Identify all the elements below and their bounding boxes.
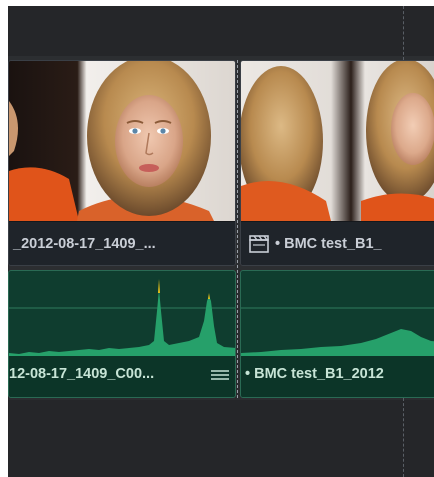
clapperboard-icon (249, 235, 269, 253)
clip-name: _2012-08-17_1409_... (13, 236, 156, 252)
marker-line (403, 398, 404, 477)
video-clip[interactable]: • BMC test_B1_ (240, 60, 434, 266)
audio-clip[interactable]: • BMC test_B1_2012 (240, 270, 434, 398)
clip-name: • BMC test_B1_ (275, 236, 382, 252)
clip-thumbnail (9, 61, 235, 221)
marker-line (403, 6, 404, 60)
clip-thumbnail (241, 61, 434, 221)
audio-clip[interactable]: 12-08-17_1409_C00... (8, 270, 236, 398)
timeline-viewport: _2012-08-17_1409_... • BMC test_B1_ 12-0… (8, 6, 434, 477)
clip-name: 12-08-17_1409_C00... (9, 366, 155, 382)
clip-name: • BMC test_B1_2012 (245, 366, 384, 382)
clip-label-bar: _2012-08-17_1409_... (9, 221, 235, 265)
edit-point-line (237, 60, 238, 398)
video-clip[interactable]: _2012-08-17_1409_... (8, 60, 236, 266)
clip-label-bar: • BMC test_B1_ (241, 221, 434, 265)
menu-lines-icon (211, 370, 229, 380)
